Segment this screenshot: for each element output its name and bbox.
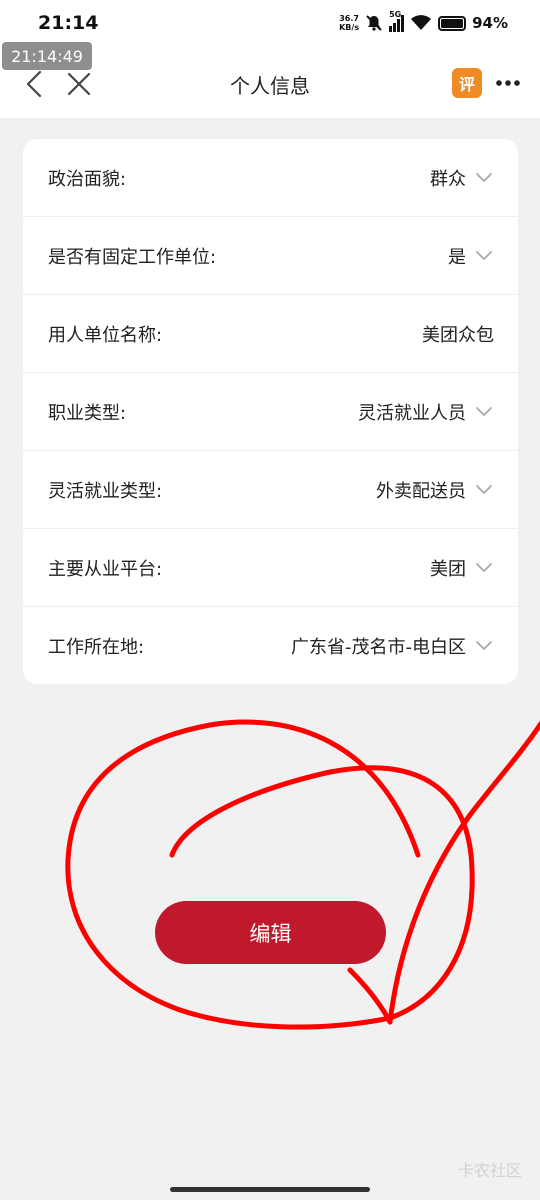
more-icon[interactable]: [492, 70, 524, 96]
row-value: 广东省-茂名市-电白区: [291, 637, 466, 658]
row-main-platform[interactable]: 主要从业平台: 美团: [23, 529, 518, 607]
status-time: 21:14: [38, 12, 99, 34]
row-label: 政治面貌:: [48, 168, 127, 190]
watermark: 卡农社区: [457, 1161, 522, 1180]
personal-info-card: 政治面貌: 群众 是否有固定工作单位: 是 用人单位名称: 美团众包 职业类型:…: [23, 139, 518, 684]
row-value: 美团众包: [422, 324, 494, 346]
row-value: 是: [448, 246, 466, 268]
row-label: 职业类型:: [48, 402, 127, 424]
network-speed: 36.7 KB/s: [339, 14, 360, 32]
row-value-group: 群众: [430, 165, 494, 191]
row-label: 用人单位名称:: [48, 324, 163, 346]
chevron-down-icon: [476, 250, 492, 260]
status-icons: 36.7 KB/s 5G 94%: [339, 10, 508, 36]
row-value-group: 广东省-茂名市-电白区: [291, 633, 494, 659]
network-type: 5G: [389, 10, 402, 19]
row-occupation-type[interactable]: 职业类型: 灵活就业人员: [23, 373, 518, 451]
row-label: 是否有固定工作单位:: [48, 246, 217, 268]
chevron-down-icon: [476, 562, 492, 572]
evaluate-icon[interactable]: 评: [452, 68, 482, 98]
row-value: 群众: [430, 168, 466, 190]
wifi-icon: [411, 15, 432, 30]
battery-icon: [438, 15, 467, 31]
home-indicator[interactable]: [170, 1187, 370, 1192]
row-label: 工作所在地:: [48, 637, 145, 658]
row-political-status[interactable]: 政治面貌: 群众: [23, 139, 518, 217]
chevron-down-icon: [476, 172, 492, 182]
edit-button[interactable]: 编辑: [155, 901, 386, 964]
cellular-signal-icon: 5G: [389, 10, 405, 32]
row-employer-name: 用人单位名称: 美团众包: [23, 295, 518, 373]
row-value-group: 是: [448, 243, 494, 269]
status-bar: 21:14 36.7 KB/s 5G 94%: [0, 0, 540, 46]
row-flexible-employment-type[interactable]: 灵活就业类型: 外卖配送员: [23, 451, 518, 529]
row-value: 美团: [430, 558, 466, 580]
row-value-group: 美团众包: [422, 321, 494, 347]
row-value: 灵活就业人员: [358, 402, 466, 424]
row-label: 灵活就业类型:: [48, 480, 163, 502]
row-label: 主要从业平台:: [48, 558, 163, 580]
row-fixed-employer[interactable]: 是否有固定工作单位: 是: [23, 217, 518, 295]
row-value-group: 美团: [430, 555, 494, 581]
chevron-down-icon: [476, 641, 492, 650]
row-value-group: 灵活就业人员: [358, 399, 494, 425]
chevron-down-icon: [476, 406, 492, 416]
row-value-group: 外卖配送员: [376, 477, 494, 503]
row-work-location[interactable]: 工作所在地: 广东省-茂名市-电白区: [23, 607, 518, 685]
battery-level: 94%: [472, 14, 508, 32]
evaluate-badge-text: 评: [458, 75, 475, 94]
mute-icon: [366, 15, 382, 31]
timestamp-overlay: 21:14:49: [2, 42, 92, 70]
chevron-down-icon: [476, 484, 492, 494]
row-value: 外卖配送员: [376, 480, 466, 502]
